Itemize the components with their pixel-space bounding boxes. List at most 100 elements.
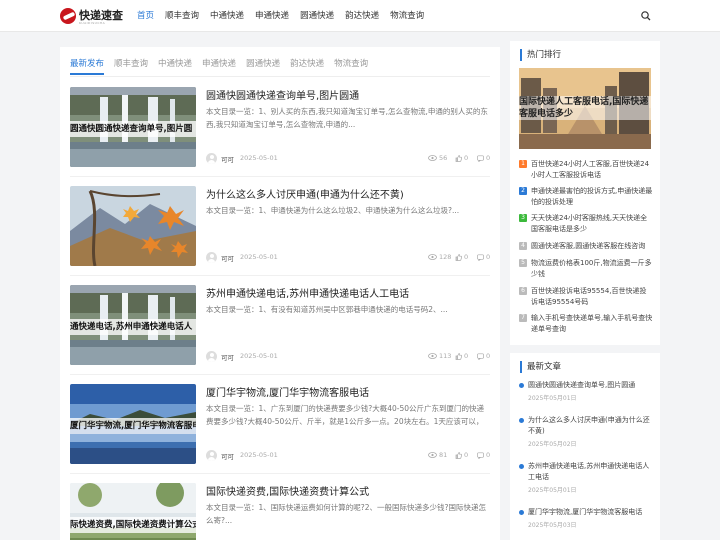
rank-title[interactable]: 百世快递投诉电话95554,百世快递投诉电话95554号码 (531, 286, 653, 308)
post-date: 2025-05-01 (240, 451, 278, 459)
tab-zto[interactable]: 中通快递 (158, 55, 192, 75)
post-item: 厦门华宇物流,厦门华宇物流客服电 厦门华宇物流,厦门华宇物流客服电话 本文目录一… (70, 384, 490, 464)
tab-yto[interactable]: 圆通快递 (246, 55, 280, 75)
hot-feature-image[interactable]: 国际快递人工客服电话,国际快递客服电话多少 (519, 68, 651, 149)
view-count: 81 (428, 451, 447, 459)
latest-posts-panel: 最新文章 圆通快圆通快递查询单号,图片圆通 2025年05月01日 为什么这么多… (510, 353, 660, 540)
post-title[interactable]: 国际快递资费,国际快递资费计算公式 (206, 483, 490, 498)
tab-logistics[interactable]: 物流查询 (334, 55, 368, 75)
tab-sf[interactable]: 顺丰查询 (114, 55, 148, 75)
logo-text: 快递速查 (79, 9, 123, 22)
post-excerpt: 本文目录一览：1、广东到厦门的快递费要多少钱?大概40-50公斤广东到厦门的快递… (206, 404, 485, 426)
post-excerpt: 本文目录一览：1、国际快递运费如何计算的呢?2、一般国际快递多少钱?国际快递怎么… (206, 503, 487, 525)
post-thumbnail[interactable]: 圆通快圆通快递查询单号,图片圆 (70, 87, 196, 167)
avatar[interactable] (206, 153, 217, 164)
thumb-up-icon (455, 253, 462, 261)
comment-count[interactable]: 0 (477, 451, 490, 459)
comment-count[interactable]: 0 (477, 253, 490, 261)
rank-title[interactable]: 百世快递24小时人工客服,百世快递24小时人工客服投诉电话 (531, 159, 653, 181)
avatar[interactable] (206, 351, 217, 362)
rank-title[interactable]: 申通快递最害怕的投诉方式,申通快递最怕的投诉处理 (531, 186, 653, 208)
search-icon[interactable] (640, 10, 652, 22)
thumb-up-icon (455, 352, 462, 360)
avatar[interactable] (206, 450, 217, 461)
post-excerpt: 本文目录一览：1、申通快递为什么这么垃圾2、申通快递为什么这么垃圾?... (206, 206, 460, 215)
comment-icon (477, 451, 484, 459)
post-thumbnail[interactable] (70, 186, 196, 266)
rank-title[interactable]: 天天快递24小时客服热线,天天快递全国客服电话是多少 (531, 213, 653, 235)
like-count[interactable]: 0 (455, 352, 468, 360)
nav-item-zto[interactable]: 中通快递 (210, 0, 244, 32)
view-count: 128 (428, 253, 451, 261)
post-excerpt: 本文目录一览：1、有没有知道苏州吴中区郭巷申通快递的电话号码2、... (206, 305, 448, 314)
nav-item-home[interactable]: 首页 (137, 0, 154, 32)
latest-post-title[interactable]: 厦门华宇物流,厦门华宇物流客服电话 (528, 507, 652, 518)
hot-ranking-panel: 热门排行 国际快递人工客服电话,国际快递客服电话多少 1 百世快递24小时人工客… (510, 41, 660, 345)
comment-count[interactable]: 0 (477, 154, 490, 162)
post-author[interactable]: 可可 (221, 451, 234, 461)
top-header: 快递速查 KUAIDISUCHA 首页 顺丰查询 中通快递 申通快递 圆通快递 … (0, 0, 720, 32)
post-item: 通快递电话,苏州申通快递电话人 苏州申通快递电话,苏州申通快递电话人工电话 本文… (70, 285, 490, 365)
post-date: 2025-05-01 (240, 352, 278, 360)
view-count: 56 (428, 154, 447, 162)
post-divider (70, 473, 490, 474)
post-title[interactable]: 圆通快圆通快递查询单号,图片圆通 (206, 87, 490, 102)
rank-title[interactable]: 圆通快递客服,圆通快递客服在线咨询 (531, 241, 653, 252)
eye-icon (428, 254, 437, 260)
nav-item-logistics[interactable]: 物流查询 (390, 0, 424, 32)
tab-yunda[interactable]: 韵达快递 (290, 55, 324, 75)
post-title[interactable]: 厦门华宇物流,厦门华宇物流客服电话 (206, 384, 490, 399)
rank-badge: 2 (519, 187, 527, 195)
eye-icon (428, 353, 437, 359)
latest-post-date: 2025年05月03日 (528, 522, 577, 529)
rank-badge: 6 (519, 287, 527, 295)
nav-item-yunda[interactable]: 韵达快递 (345, 0, 379, 32)
post-thumbnail[interactable]: 通快递电话,苏州申通快递电话人 (70, 285, 196, 365)
eye-icon (428, 155, 437, 161)
rank-title[interactable]: 输入手机号查快递单号,输入手机号查快递单号查询 (531, 313, 653, 335)
post-author[interactable]: 可可 (221, 154, 234, 164)
avatar[interactable] (206, 252, 217, 263)
like-count[interactable]: 0 (455, 451, 468, 459)
site-logo[interactable]: 快递速查 KUAIDISUCHA (60, 7, 123, 25)
comment-icon (477, 352, 484, 360)
latest-post-title[interactable]: 苏州申通快递电话,苏州申通快递电话人工电话 (528, 461, 652, 483)
like-count[interactable]: 0 (455, 154, 468, 162)
latest-post-title[interactable]: 圆通快圆通快递查询单号,图片圆通 (528, 380, 652, 391)
thumb-up-icon (455, 154, 462, 162)
thumb-up-icon (455, 451, 462, 459)
thumb-caption: 通快递电话,苏州申通快递电话人 (70, 319, 196, 335)
nav-item-yto[interactable]: 圆通快递 (300, 0, 334, 32)
bullet-icon (519, 464, 524, 469)
comment-icon (477, 253, 484, 261)
tabs-divider (70, 76, 490, 77)
nav-item-sf[interactable]: 顺丰查询 (165, 0, 199, 32)
comment-count[interactable]: 0 (477, 352, 490, 360)
post-item: 圆通快圆通快递查询单号,图片圆 圆通快圆通快递查询单号,图片圆通 本文目录一览：… (70, 87, 490, 167)
logo-tagline: KUAIDISUCHA (79, 21, 106, 25)
post-author[interactable]: 可可 (221, 253, 234, 263)
post-thumbnail[interactable]: 际快递资费,国际快递资费计算公式 (70, 483, 196, 540)
rank-badge: 5 (519, 259, 527, 267)
tab-sto[interactable]: 申通快递 (202, 55, 236, 75)
post-date: 2025-05-01 (240, 253, 278, 261)
rank-title[interactable]: 物流运费价格表100斤,物流运费一斤多少钱 (531, 258, 653, 280)
latest-posts-heading: 最新文章 (520, 361, 561, 373)
bullet-icon (519, 418, 524, 423)
hot-feature-caption: 国际快递人工客服电话,国际快递客服电话多少 (519, 96, 651, 120)
post-author[interactable]: 可可 (221, 352, 234, 362)
like-count[interactable]: 0 (455, 253, 468, 261)
post-title[interactable]: 苏州申通快递电话,苏州申通快递电话人工电话 (206, 285, 490, 300)
latest-post-date: 2025年05月02日 (528, 441, 577, 448)
latest-post-date: 2025年05月01日 (528, 395, 577, 402)
logo-icon (60, 8, 76, 24)
view-count: 113 (428, 352, 451, 360)
post-thumbnail[interactable]: 厦门华宇物流,厦门华宇物流客服电 (70, 384, 196, 464)
eye-icon (428, 452, 437, 458)
comment-icon (477, 154, 484, 162)
nav-item-sto[interactable]: 申通快递 (255, 0, 289, 32)
post-divider (70, 374, 490, 375)
post-title[interactable]: 为什么这么多人讨厌申通(申通为什么还不黄) (206, 186, 490, 201)
tab-latest[interactable]: 最新发布 (70, 55, 105, 75)
latest-post-title[interactable]: 为什么这么多人讨厌申通(申通为什么还不黄) (528, 415, 652, 437)
